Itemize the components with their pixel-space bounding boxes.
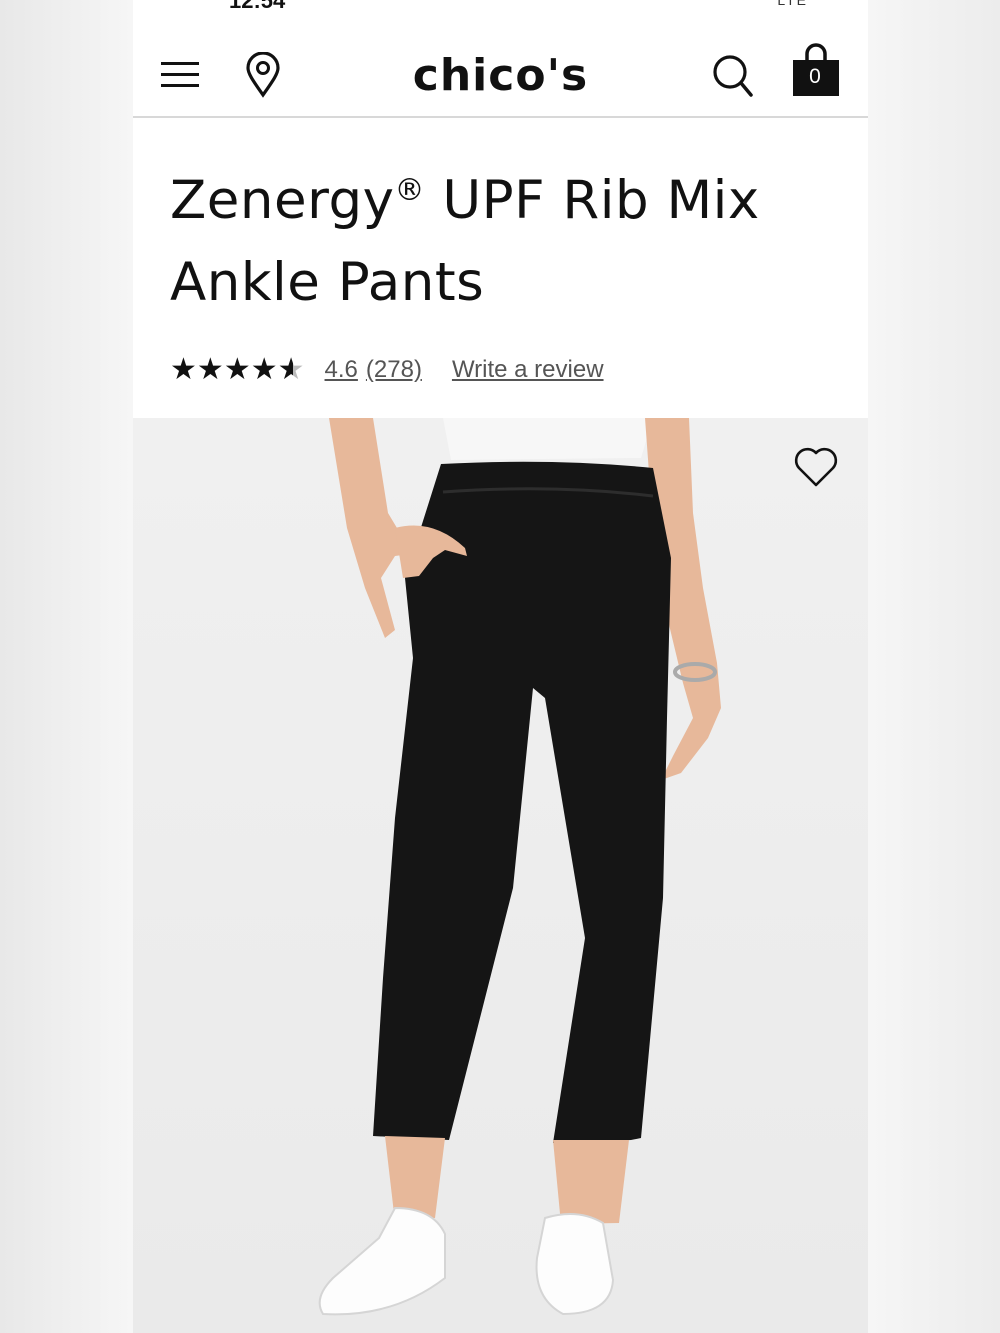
- heart-icon[interactable]: [793, 444, 839, 490]
- background-right: [868, 0, 1000, 1333]
- brand-logo[interactable]: chico's: [133, 50, 868, 101]
- product-title-rest: UPF Rib Mix: [424, 170, 760, 231]
- status-time: 12:54: [229, 0, 286, 13]
- background-left: [0, 0, 133, 1333]
- half-star-icon: ★: [277, 353, 305, 386]
- product-image[interactable]: [133, 418, 868, 1333]
- product-title: Zenergy® UPF Rib Mix Ankle Pants: [170, 150, 850, 324]
- rating-value[interactable]: 4.6: [325, 356, 358, 384]
- rating-row: ★ ★ ★ ★ ★ 4.6 (278) Write a review: [170, 352, 604, 388]
- registered-mark: ®: [394, 173, 425, 208]
- product-title-brand: Zenergy: [170, 170, 395, 231]
- cart-count: 0: [809, 65, 821, 88]
- review-count[interactable]: (278): [366, 356, 422, 384]
- shopping-bag-icon[interactable]: 0: [791, 42, 841, 98]
- product-title-line2: Ankle Pants: [170, 252, 485, 313]
- search-icon[interactable]: [711, 52, 755, 100]
- site-header: chico's 0: [133, 30, 868, 118]
- star-icon: ★: [196, 353, 224, 386]
- status-bar: 12:54 LTE: [133, 0, 868, 13]
- star-icon: ★: [250, 353, 278, 386]
- write-review-link[interactable]: Write a review: [452, 356, 604, 384]
- rating-stars[interactable]: ★ ★ ★ ★ ★: [170, 355, 305, 385]
- star-icon: ★: [223, 353, 251, 386]
- star-icon: ★: [170, 353, 197, 386]
- product-photo: [318, 418, 721, 1316]
- status-indicators: LTE: [777, 0, 808, 8]
- phone-screen: 12:54 LTE chico's 0 Zenergy® UPF Rib Mix…: [133, 0, 868, 1333]
